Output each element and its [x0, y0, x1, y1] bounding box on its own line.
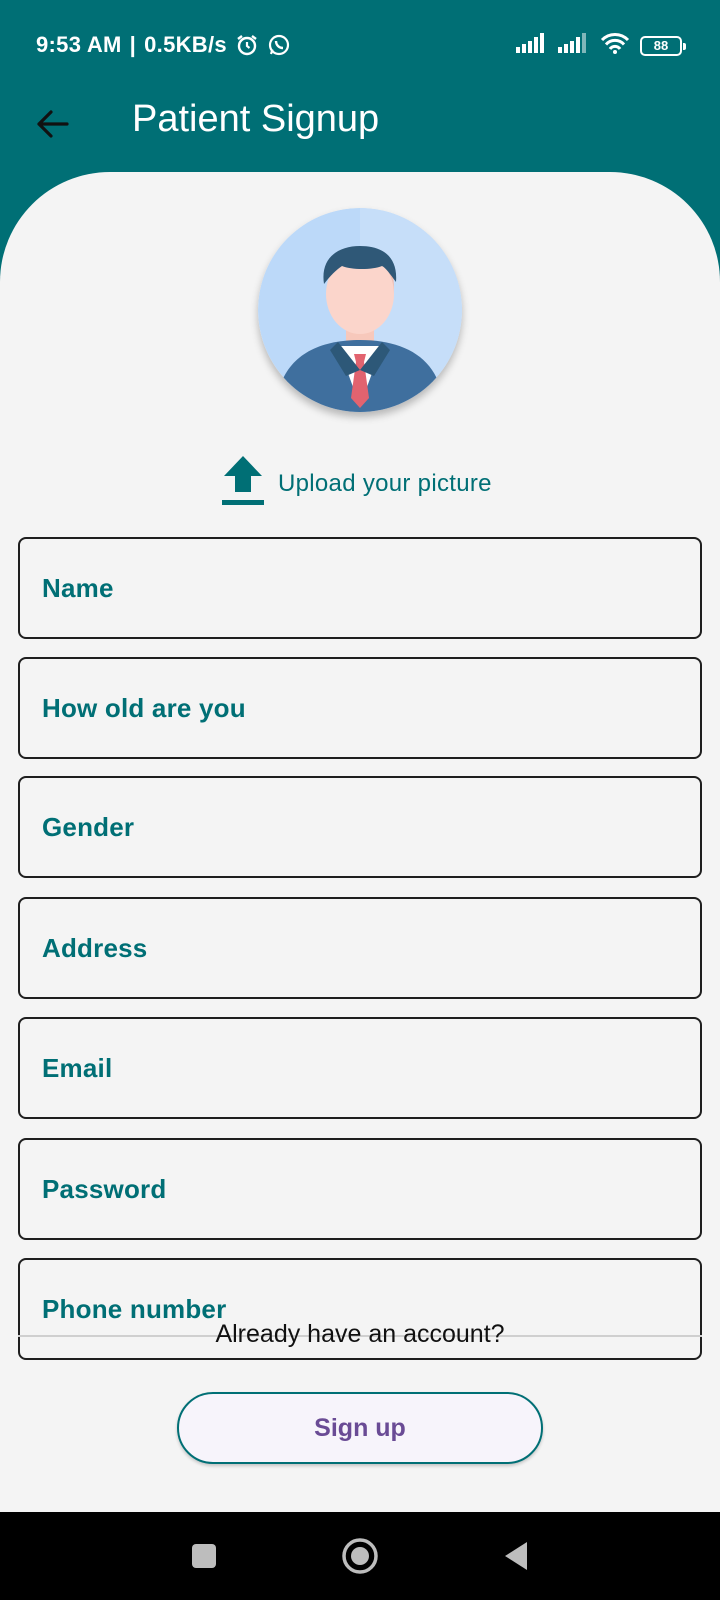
status-time: 9:53 AM — [36, 32, 122, 57]
battery-icon: 88 — [640, 35, 686, 56]
signup-form-container: Upload your picture Name How old are you… — [0, 172, 720, 1512]
password-field[interactable]: Password — [18, 1138, 702, 1240]
nav-back-button[interactable] — [492, 1534, 540, 1582]
gender-field[interactable]: Gender — [18, 776, 702, 878]
arrow-left-icon — [35, 109, 69, 144]
password-placeholder: Password — [42, 1173, 167, 1204]
gender-placeholder: Gender — [42, 811, 135, 842]
home-button[interactable] — [336, 1534, 384, 1582]
age-placeholder: How old are you — [42, 692, 246, 723]
address-field[interactable]: Address — [18, 897, 702, 999]
wifi-icon — [600, 32, 630, 59]
status-speed: 0.5KB/s — [144, 32, 227, 57]
recents-icon — [190, 1542, 218, 1575]
name-placeholder: Name — [42, 572, 114, 603]
back-button[interactable] — [28, 102, 76, 150]
upload-label: Upload your picture — [278, 469, 492, 497]
address-placeholder: Address — [42, 932, 148, 963]
avatar[interactable] — [258, 208, 462, 412]
home-icon — [341, 1537, 379, 1580]
status-right: 88 — [516, 32, 686, 59]
signal-icon — [516, 33, 548, 58]
recents-button[interactable] — [180, 1534, 228, 1582]
alarm-icon — [235, 33, 259, 57]
back-icon — [501, 1540, 531, 1577]
status-bar: 9:53 AM | 0.5KB/s 88 — [0, 0, 720, 88]
whatsapp-icon — [267, 33, 291, 57]
upload-picture-button[interactable]: Upload your picture — [222, 456, 492, 511]
signal-icon-2 — [558, 33, 590, 58]
signup-button[interactable]: Sign up — [177, 1392, 543, 1464]
battery-level: 88 — [653, 37, 669, 53]
email-placeholder: Email — [42, 1052, 113, 1083]
age-field[interactable]: How old are you — [18, 657, 702, 759]
status-separator: | — [129, 32, 137, 57]
status-left: 9:53 AM | 0.5KB/s — [36, 32, 291, 58]
login-link[interactable]: Already have an account? — [0, 1320, 720, 1349]
upload-icon — [222, 456, 264, 511]
page-title: Patient Signup — [132, 98, 380, 140]
email-field[interactable]: Email — [18, 1017, 702, 1119]
user-avatar-icon — [258, 208, 462, 412]
navigation-bar — [0, 1512, 720, 1600]
name-field[interactable]: Name — [18, 537, 702, 639]
app-bar: Patient Signup — [0, 88, 720, 172]
